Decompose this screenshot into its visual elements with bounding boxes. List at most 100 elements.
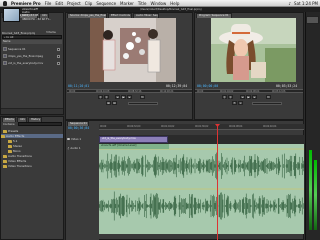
menu-window[interactable]: Window	[150, 1, 166, 6]
program-video-frame[interactable]	[211, 18, 296, 82]
menu-title[interactable]: Title	[138, 1, 147, 6]
menu-clip[interactable]: Clip	[85, 1, 93, 6]
audio-meter-right	[314, 160, 317, 230]
folder-icon	[8, 144, 12, 148]
clip-format: 48000 Hz - 32 bit Fl...	[22, 16, 52, 21]
ruler-mark: 00;02;40;04	[263, 125, 277, 128]
ruler-mark: 00;00	[100, 125, 107, 128]
items-count: 3 Items	[46, 31, 56, 34]
ruler-mark: 00;01;04;02	[220, 90, 234, 93]
folder-icon	[8, 139, 12, 143]
loop-button[interactable]: ↻	[140, 95, 145, 99]
playhead[interactable]	[217, 124, 218, 240]
effects-folder-stereo[interactable]: Stereo	[8, 144, 22, 148]
ruler-mark: 00;00;32;00	[127, 125, 141, 128]
program-timecode-duration: 00;03;53;24	[276, 84, 298, 88]
ruler-mark: 00;03;12;06	[272, 90, 286, 93]
insert-button[interactable]: ⊞	[106, 101, 111, 105]
column-header-name[interactable]: Name	[2, 40, 62, 44]
play-button[interactable]: ▶	[121, 95, 126, 99]
effects-folder-video-transitions[interactable]: Video Transitions	[3, 164, 32, 168]
volume-icon[interactable]: ♪	[288, 1, 291, 6]
source-timecode-in[interactable]: 00;11;20;01	[68, 84, 89, 88]
folder-icon	[3, 154, 7, 158]
effects-folder-audio-effects[interactable]: Audio Effects	[1, 134, 63, 138]
menu-bar: Premiere Pro File Edit Project Clip Sequ…	[0, 0, 320, 7]
effects-folder-presets[interactable]: Presets	[3, 129, 18, 133]
menu-marker[interactable]: Marker	[120, 1, 134, 6]
audio-clip-waveform[interactable]	[99, 144, 304, 234]
clip-thumbnail	[3, 8, 20, 22]
set-in-button[interactable]: {	[222, 95, 227, 99]
menu-sequence[interactable]: Sequence	[96, 1, 116, 6]
folder-icon	[8, 149, 12, 153]
ruler-mark: 00;00	[69, 90, 76, 93]
step-forward-button[interactable]: ▸	[127, 95, 132, 99]
effects-folder-mono[interactable]: Mono	[8, 149, 21, 153]
sequence-icon	[3, 47, 7, 51]
effects-folder-audio-transitions[interactable]: Audio Transitions	[3, 154, 32, 158]
project-search-input[interactable]: ⌕ In: All	[2, 35, 62, 39]
checkbox[interactable]	[57, 47, 60, 51]
effects-search-label: Contains:	[3, 123, 16, 126]
source-video-frame[interactable]	[90, 18, 176, 82]
folder-icon	[3, 164, 7, 168]
project-footer-bar	[1, 108, 63, 114]
program-timecode-in[interactable]: 00;00;00;00	[197, 84, 218, 88]
ruler-mark: 00;01;04;02	[161, 125, 175, 128]
ruler-mark: 00;02;08;04	[229, 125, 243, 128]
extract-button[interactable]: ⇣	[238, 101, 243, 105]
step-back-button[interactable]: ◂	[115, 95, 120, 99]
video-file-icon	[3, 54, 7, 58]
clip-info: vireochi.aiff Audio 00;03;53;08 48000 Hz…	[22, 7, 62, 21]
lift-button[interactable]: ⇡	[232, 101, 237, 105]
video-file-icon	[3, 61, 7, 65]
menu-help[interactable]: Help	[170, 1, 179, 6]
menu-file[interactable]: File	[45, 1, 52, 6]
source-timecode-duration: 00;12;39;04	[166, 84, 188, 88]
ruler-mark: 00;02;08;04	[246, 90, 260, 93]
audio-meters-panel	[305, 12, 320, 240]
ruler-mark: 00;04;16;08	[96, 90, 110, 93]
checkbox[interactable]	[57, 54, 60, 58]
menu-edit[interactable]: Edit	[55, 1, 63, 6]
tools-palette[interactable]	[306, 16, 319, 24]
effects-folder-5-1[interactable]: 5.1	[8, 139, 17, 143]
step-forward-button[interactable]: ▸	[252, 95, 257, 99]
menu-project[interactable]: Project	[67, 1, 81, 6]
set-out-button[interactable]: }	[228, 95, 233, 99]
checkbox[interactable]	[57, 61, 60, 65]
ruler-mark: 00;08;32;16	[128, 90, 142, 93]
audio-meter-left	[309, 150, 312, 230]
track-header-video-1[interactable]: Video 1	[67, 136, 98, 141]
set-out-button[interactable]: }	[104, 95, 109, 99]
audio-clip-label[interactable]: vireochi.aiff [Volume:Level]	[99, 144, 169, 149]
step-back-button[interactable]: ◂	[240, 95, 245, 99]
eye-icon[interactable]	[67, 137, 70, 140]
ruler-mark: 00;00	[197, 90, 204, 93]
video-clip[interactable]: vid_is_the_everybody.mov	[99, 136, 168, 143]
folder-icon	[3, 159, 7, 163]
loop-button[interactable]: ↻	[266, 95, 271, 99]
apple-icon[interactable]	[3, 0, 7, 6]
folder-icon	[1, 134, 5, 138]
overlay-button[interactable]: ⊟	[112, 101, 117, 105]
track-header-audio-1[interactable]: ♫ Audio 1	[67, 145, 98, 150]
ruler-mark: 00;12;48;24	[160, 90, 174, 93]
project-item[interactable]: Sequence 01	[3, 46, 61, 52]
ruler-mark: 00;01;36;02	[195, 125, 209, 128]
clock[interactable]: Sat 1:24 PM	[294, 1, 318, 6]
jog-shuttle[interactable]	[252, 102, 282, 105]
folder-icon	[3, 129, 7, 133]
set-in-button[interactable]: {	[98, 95, 103, 99]
project-item[interactable]: vid_is_the_everybody.mov	[3, 60, 61, 66]
jog-shuttle[interactable]	[128, 102, 158, 105]
speaker-icon[interactable]: ♫	[67, 146, 69, 150]
tab-effects[interactable]: Effects	[2, 117, 16, 122]
app-menu[interactable]: Premiere Pro	[11, 1, 41, 6]
project-path: /Users/robert/Desktop/Rovinsk_tut3_final…	[140, 8, 202, 11]
effects-folder-video-effects[interactable]: Video Effects	[3, 159, 26, 163]
effects-search-input[interactable]	[18, 122, 62, 126]
project-item[interactable]: drops_yes_the_final.mpeg	[3, 53, 61, 59]
play-button[interactable]: ▶	[246, 95, 251, 99]
